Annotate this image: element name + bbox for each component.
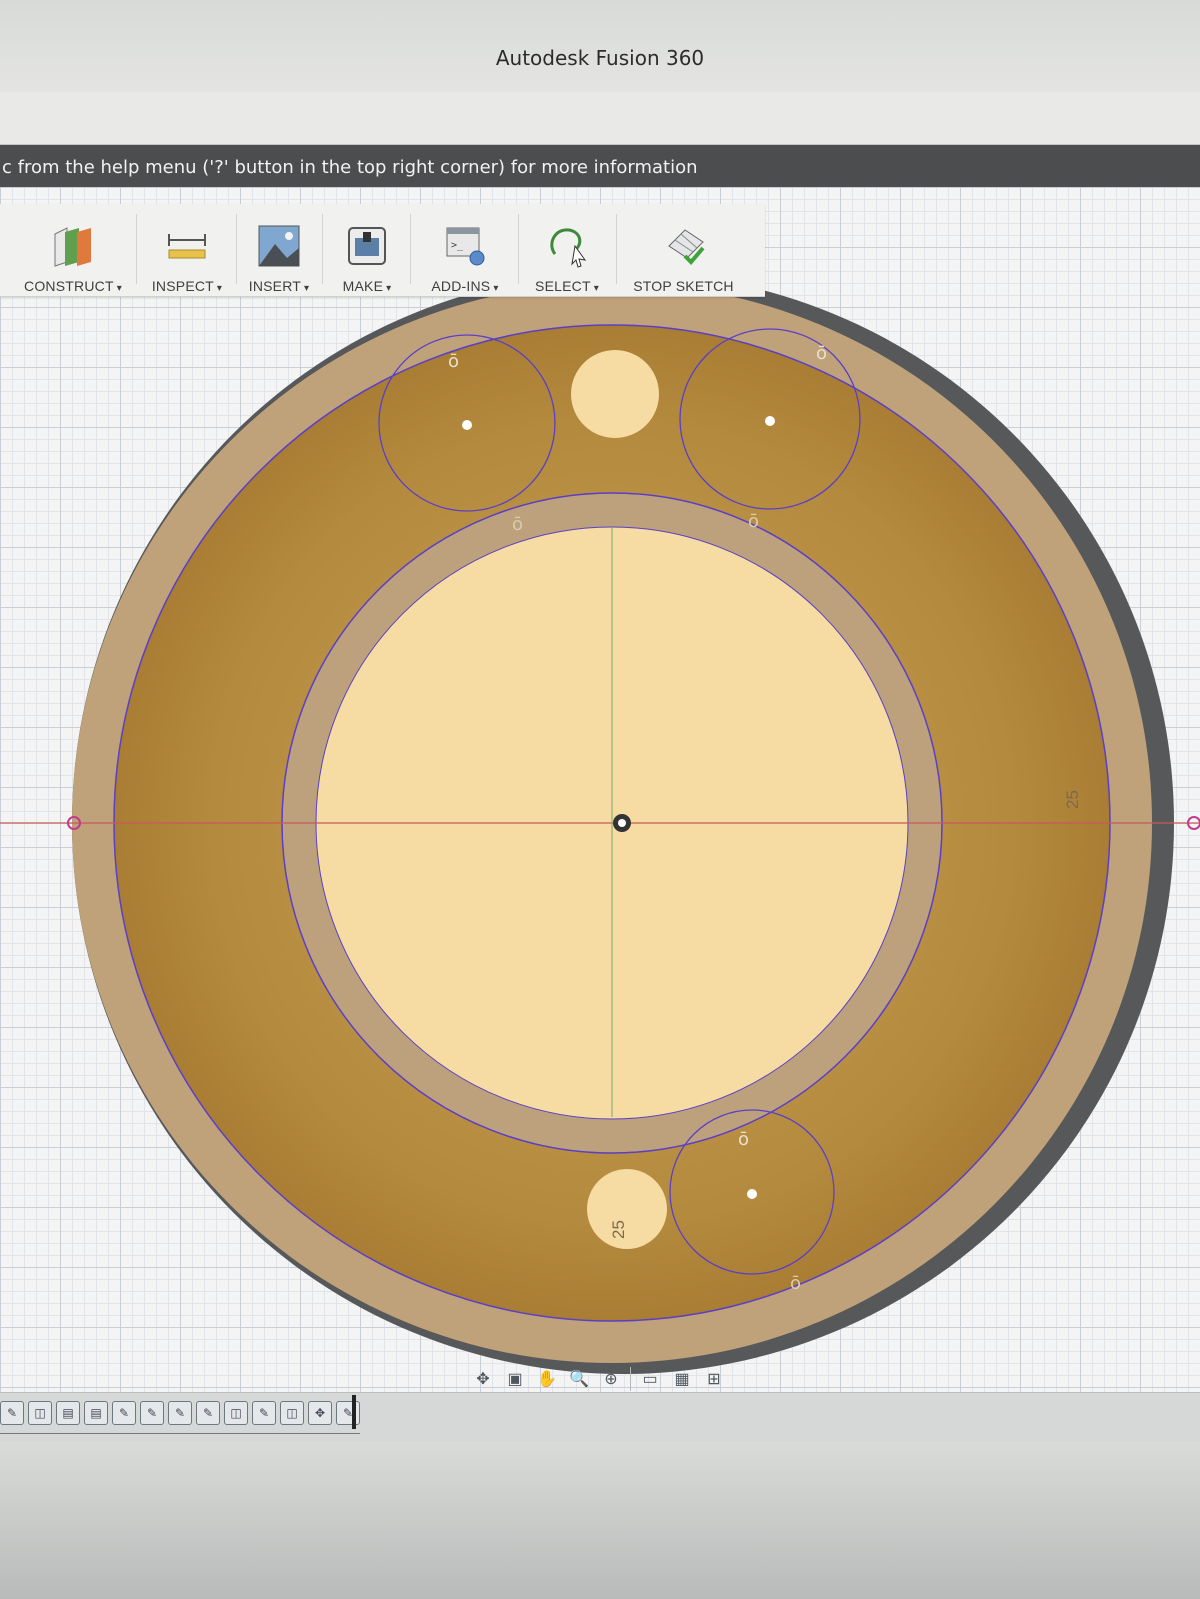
timeline-extrude-icon[interactable]: ◫: [224, 1401, 248, 1425]
timeline-body-icon[interactable]: ▤: [84, 1401, 108, 1425]
center-point-bottom[interactable]: [747, 1189, 757, 1199]
timeline-ruler: [0, 1427, 360, 1434]
timeline: ✎ ◫ ▤ ▤ ✎ ✎ ✎ ✎ ◫ ✎ ◫ ✥ ✎: [0, 1392, 1200, 1443]
center-point-top-right[interactable]: [765, 416, 775, 426]
measure-icon: [163, 222, 211, 270]
select-lasso-icon: [543, 222, 591, 270]
timeline-sketch-icon[interactable]: ✎: [196, 1401, 220, 1425]
construct-menu[interactable]: CONSTRUCT: [14, 204, 132, 296]
display-settings-icon[interactable]: ▭: [637, 1366, 663, 1392]
construct-label: CONSTRUCT: [14, 278, 132, 294]
add-ins-label: ADD-INS: [416, 278, 514, 294]
toolbar-separator: [136, 214, 137, 284]
timeline-move-icon[interactable]: ✥: [308, 1401, 332, 1425]
insert-label: INSERT: [240, 278, 318, 294]
timeline-extrude-icon[interactable]: ◫: [280, 1401, 304, 1425]
toolbar-separator: [616, 214, 617, 284]
add-ins-menu[interactable]: >_ ADD-INS: [416, 204, 514, 296]
help-banner-text: c from the help menu ('?' button in the …: [2, 157, 698, 178]
window-title: Autodesk Fusion 360: [495, 46, 705, 70]
fit-icon[interactable]: ⊕: [598, 1366, 624, 1392]
add-ins-icon: >_: [441, 222, 489, 270]
tangent-constraint-icon[interactable]: ō: [790, 1273, 801, 1294]
timeline-body-icon[interactable]: ▤: [56, 1401, 80, 1425]
timeline-sketch-icon[interactable]: ✎: [252, 1401, 276, 1425]
svg-text:>_: >_: [451, 240, 464, 251]
sketch-canvas[interactable]: 25 25 ō ō ō ō ō ō: [0, 187, 1200, 1392]
tangent-constraint-icon[interactable]: ō: [816, 343, 827, 364]
timeline-sketch-icon[interactable]: ✎: [0, 1401, 24, 1425]
zoom-icon[interactable]: 🔍: [566, 1366, 592, 1392]
select-label: SELECT: [522, 278, 612, 294]
tangent-constraint-icon[interactable]: ō: [512, 514, 523, 535]
navigation-bar: ✥ ▣ ✋ 🔍 ⊕ ▭ ▦ ⊞: [470, 1362, 788, 1396]
timeline-sketch-icon[interactable]: ✎: [336, 1401, 360, 1425]
stop-sketch-button[interactable]: STOP SKETCH: [620, 204, 750, 296]
timeline-items: ✎ ◫ ▤ ▤ ✎ ✎ ✎ ✎ ◫ ✎ ◫ ✥ ✎: [0, 1401, 360, 1425]
make-menu[interactable]: MAKE: [328, 204, 406, 296]
timeline-sketch-icon[interactable]: ✎: [140, 1401, 164, 1425]
stop-sketch-icon: [661, 222, 709, 270]
stop-sketch-label: STOP SKETCH: [633, 278, 734, 294]
make-label: MAKE: [328, 278, 406, 294]
help-banner: c from the help menu ('?' button in the …: [0, 145, 1200, 187]
look-at-icon[interactable]: ▣: [502, 1366, 528, 1392]
pan-icon[interactable]: ✋: [534, 1366, 560, 1392]
monitor-bezel: [0, 1442, 1200, 1599]
construct-icon: [49, 222, 97, 270]
tab-strip: [0, 92, 1200, 145]
hole-top[interactable]: [571, 350, 659, 438]
navbar-separator: [630, 1367, 631, 1391]
inspect-menu[interactable]: INSPECT: [142, 204, 232, 296]
origin-point-inner: [618, 819, 626, 827]
timeline-sketch-icon[interactable]: ✎: [168, 1401, 192, 1425]
dimension-label-right[interactable]: 25: [1063, 790, 1082, 809]
insert-menu[interactable]: INSERT: [240, 204, 318, 296]
tangent-constraint-icon[interactable]: ō: [448, 351, 459, 372]
viewports-icon[interactable]: ⊞: [701, 1366, 727, 1392]
orbit-icon[interactable]: ✥: [470, 1366, 496, 1392]
timeline-sketch-icon[interactable]: ✎: [112, 1401, 136, 1425]
timeline-marker[interactable]: [352, 1395, 356, 1429]
insert-image-icon: [255, 222, 303, 270]
dimension-label-bottom[interactable]: 25: [609, 1220, 628, 1239]
center-point-top-left[interactable]: [462, 420, 472, 430]
tangent-constraint-icon[interactable]: ō: [748, 511, 759, 532]
sketch-toolbar: CONSTRUCT INSPECT INSERT MAKE >_ ADD-INS…: [0, 204, 765, 297]
toolbar-separator: [322, 214, 323, 284]
select-menu[interactable]: SELECT: [522, 204, 612, 296]
toolbar-separator: [518, 214, 519, 284]
title-bar: Autodesk Fusion 360: [0, 0, 1200, 93]
inspect-label: INSPECT: [142, 278, 232, 294]
grid-icon[interactable]: ▦: [669, 1366, 695, 1392]
toolbar-separator: [236, 214, 237, 284]
tangent-constraint-icon[interactable]: ō: [738, 1129, 749, 1150]
3d-print-icon: [343, 222, 391, 270]
timeline-extrude-icon[interactable]: ◫: [28, 1401, 52, 1425]
toolbar-separator: [410, 214, 411, 284]
